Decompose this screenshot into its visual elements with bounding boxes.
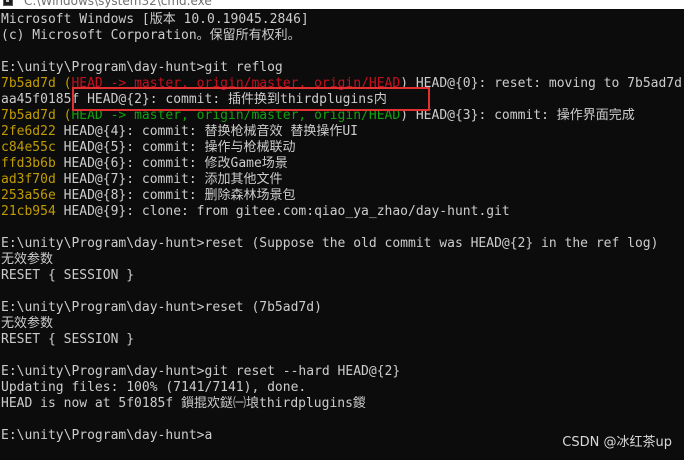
header-line: Microsoft Windows [版本 10.0.19045.2846] <box>1 12 309 27</box>
output-line: RESET { SESSION } <box>1 268 135 283</box>
ref-open <box>56 172 64 187</box>
window-title: C:\Windows\system32\cmd.exe <box>24 0 212 8</box>
highlight-annotation <box>72 87 430 111</box>
output-line: RESET { SESSION } <box>1 332 135 347</box>
output-line: HEAD is now at 5f0185f 鎻掍欢鎹㈠埌thirdplugin… <box>1 396 366 411</box>
console-output[interactable]: Microsoft Windows [版本 10.0.19045.2846] (… <box>0 12 684 460</box>
reflog-message: HEAD@{8}: commit: 删除森林场景包 <box>63 188 296 203</box>
commit-hash: ffd3b6b <box>1 156 56 171</box>
commit-hash: 2fe6d22 <box>1 124 56 139</box>
error-line: 无效参数 <box>1 316 54 331</box>
ref-open <box>56 204 64 219</box>
ref-open <box>56 188 64 203</box>
reflog-entry: c84e55c HEAD@{5}: commit: 操作与枪械联动 <box>0 140 684 156</box>
commit-hash: 21cb954 <box>1 204 56 219</box>
commit-hash: 7b5ad7d <box>1 76 56 91</box>
ref-open <box>56 140 64 155</box>
watermark: CSDN @冰红茶up <box>562 435 672 450</box>
ref-open <box>56 124 64 139</box>
cmd-icon <box>3 0 13 6</box>
reflog-message: HEAD@{6}: commit: 修改Game场景 <box>63 156 288 171</box>
reflog-message: HEAD@{5}: commit: 操作与枪械联动 <box>63 140 296 155</box>
title-bar: C:\Windows\system32\cmd.exe <box>0 0 684 9</box>
ref-open: ( <box>55 76 72 91</box>
commit-hash: 253a56e <box>1 188 56 203</box>
prompt-line: E:\unity\Program\day-hunt>reset (7b5ad7d… <box>1 300 322 315</box>
reflog-entry: ad3f70d HEAD@{7}: commit: 添加其他文件 <box>0 172 684 188</box>
prompt-line: E:\unity\Program\day-hunt>reset (Suppose… <box>1 236 659 251</box>
reflog-entry: 21cb954 HEAD@{9}: clone: from gitee.com:… <box>0 204 684 220</box>
prompt-line: E:\unity\Program\day-hunt>git reset --ha… <box>1 364 401 379</box>
ref-open: ( <box>55 108 72 123</box>
reflog-message: HEAD@{7}: commit: 添加其他文件 <box>63 172 283 187</box>
error-line: 无效参数 <box>1 252 54 267</box>
commit-hash: 7b5ad7d <box>1 108 56 123</box>
reflog-message: ) HEAD@{0}: reset: moving to 7b5ad7d <box>400 76 682 91</box>
prompt-line: E:\unity\Program\day-hunt>git reflog <box>1 60 283 75</box>
reflog-message: HEAD@{4}: commit: 替换枪械音效 替换操作UI <box>63 124 358 139</box>
commit-hash: c84e55c <box>1 140 56 155</box>
reflog-entry: ffd3b6b HEAD@{6}: commit: 修改Game场景 <box>0 156 684 172</box>
reflog-message: ) HEAD@{3}: commit: 操作界面完成 <box>400 108 635 123</box>
commit-hash: aa45f0185f <box>1 92 80 107</box>
ref-open <box>56 156 64 171</box>
header-line: (c) Microsoft Corporation。保留所有权利。 <box>1 28 301 43</box>
output-line: Updating files: 100% (7141/7141), done. <box>1 380 307 395</box>
reflog-entry: 253a56e HEAD@{8}: commit: 删除森林场景包 <box>0 188 684 204</box>
commit-hash: ad3f70d <box>1 172 56 187</box>
reflog-entry: 2fe6d22 HEAD@{4}: commit: 替换枪械音效 替换操作UI <box>0 124 684 140</box>
reflog-message: HEAD@{9}: clone: from gitee.com:qiao_ya_… <box>63 204 510 219</box>
